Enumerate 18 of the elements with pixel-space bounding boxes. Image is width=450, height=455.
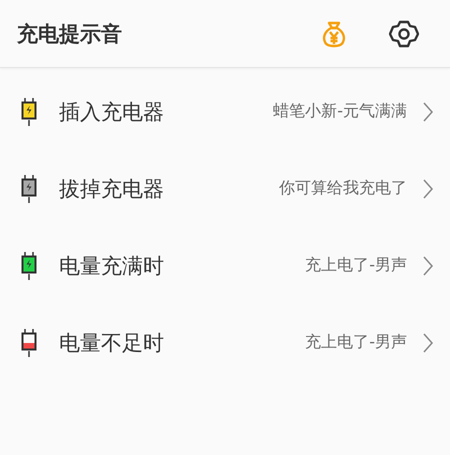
sound-name: 充上电了-男声 [305, 332, 407, 353]
setting-label: 电量充满时 [59, 252, 165, 280]
setting-row[interactable]: 拔掉充电器 你可算给我充电了 [0, 150, 450, 227]
sound-name: 充上电了-男声 [305, 255, 407, 276]
settings-icon[interactable] [389, 18, 419, 48]
app-title: 充电提示音 [17, 20, 123, 48]
setting-row[interactable]: 电量充满时 充上电了-男声 [0, 227, 450, 304]
setting-row[interactable]: 插入充电器 蜡笔小新-元气满满 [0, 73, 450, 150]
sound-name: 你可算给我充电了 [279, 178, 407, 199]
chevron-right-icon[interactable] [423, 256, 433, 276]
setting-label: 拔掉充电器 [59, 176, 165, 202]
setting-label: 插入充电器 [59, 98, 165, 126]
sound-name: 蜡笔小新-元气满满 [273, 101, 407, 122]
setting-label: 电量不足时 [59, 330, 165, 356]
chevron-right-icon[interactable] [423, 332, 433, 352]
chevron-right-icon[interactable] [423, 102, 433, 122]
chevron-right-icon[interactable] [423, 178, 433, 198]
setting-row[interactable]: 电量不足时 充上电了-男声 [0, 304, 450, 381]
